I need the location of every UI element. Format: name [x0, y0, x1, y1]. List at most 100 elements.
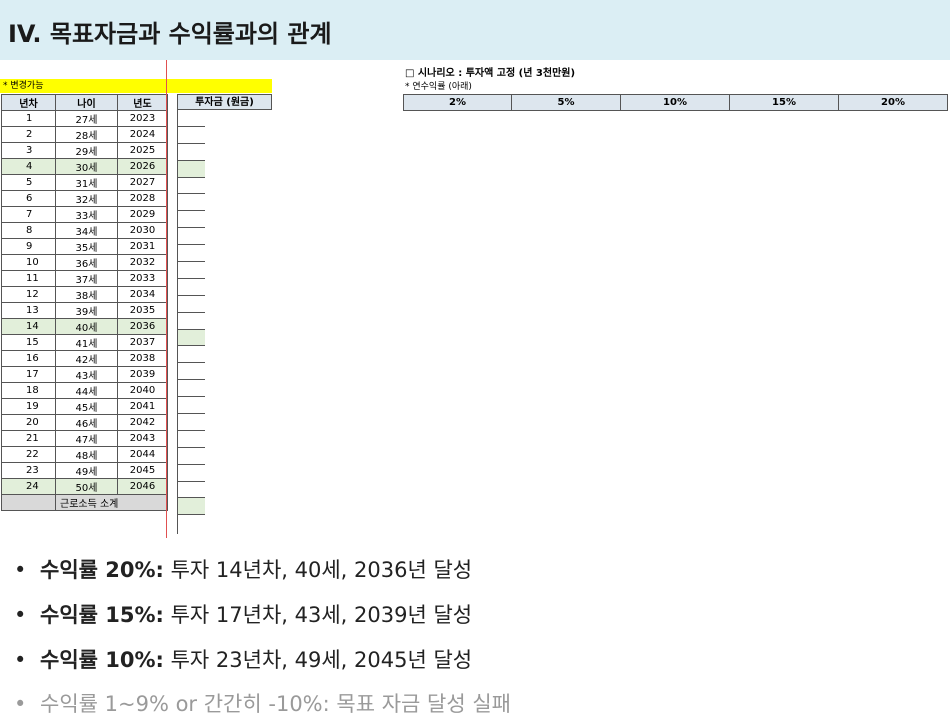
rate-header-cell: 2%: [403, 94, 512, 111]
cell-year-no: 14: [1, 318, 56, 335]
table-row: 9 35세 2031: [1, 238, 168, 255]
cell-year-no: 16: [1, 350, 56, 367]
table-row: 16 42세 2038: [1, 350, 168, 367]
cell-year: 2024: [117, 126, 168, 143]
bullet-dot-icon: •: [14, 648, 27, 672]
table-row: 15 41세 2037: [1, 334, 168, 351]
table-row: 24 50세 2046: [1, 478, 168, 495]
table-row: 13 39세 2035: [1, 302, 168, 319]
cell-year: 2045: [117, 462, 168, 479]
cell-year-no: 2: [1, 126, 56, 143]
cell-year: 2038: [117, 350, 168, 367]
investment-cell: [178, 465, 206, 482]
cell-age: 48세: [55, 446, 118, 463]
table-row: 17 43세 2039: [1, 366, 168, 383]
scenario-title: □ 시나리오 : 투자액 고정 (년 3천만원): [405, 68, 576, 79]
frozen-pane-divider: [166, 60, 167, 538]
title-bar: IV. 목표자금과 수익률과의 관계: [0, 0, 950, 60]
table-row: 12 38세 2034: [1, 286, 168, 303]
table-row: 2 28세 2024: [1, 126, 168, 143]
investment-cell: [178, 228, 206, 246]
cell-year: 2035: [117, 302, 168, 319]
table-row: 14 40세 2036: [1, 318, 168, 335]
cell-year-no: 18: [1, 382, 56, 399]
investment-cell: [178, 313, 206, 330]
cell-year-no: 7: [1, 206, 56, 223]
rate-header-cell: 10%: [620, 94, 730, 111]
investment-cell: [178, 431, 206, 448]
table-row: 8 34세 2030: [1, 222, 168, 239]
header-age: 나이: [55, 94, 118, 111]
cell-age: 45세: [55, 398, 118, 415]
bullet-item: • 수익률 15%: 투자 17년차, 43세, 2039년 달성: [14, 599, 472, 629]
rate-header-table: 2% 5% 10% 15% 20%: [403, 94, 948, 111]
cell-year-no: 6: [1, 190, 56, 207]
cell-year-no: 11: [1, 270, 56, 287]
cell-year-no: 3: [1, 142, 56, 159]
cell-year: 2029: [117, 206, 168, 223]
investment-cell: [178, 346, 206, 364]
cell-year-no: 24: [1, 478, 56, 495]
investment-cell: [178, 144, 206, 161]
cell-year: 2025: [117, 142, 168, 159]
table-row: 18 44세 2040: [1, 382, 168, 399]
cell-age: 49세: [55, 462, 118, 479]
investment-cell: [178, 380, 206, 398]
cell-age: 47세: [55, 430, 118, 447]
cell-year: 2033: [117, 270, 168, 287]
cell-age: 29세: [55, 142, 118, 159]
cell-year-no: 12: [1, 286, 56, 303]
cell-year: 2028: [117, 190, 168, 207]
table-row: 19 45세 2041: [1, 398, 168, 415]
cell-age: 41세: [55, 334, 118, 351]
investment-cell: [178, 448, 206, 465]
bullet-item: • 수익률 20%: 투자 14년차, 40세, 2036년 달성: [14, 554, 472, 584]
cell-year-no: 9: [1, 238, 56, 255]
cell-year-no: 1: [1, 110, 56, 127]
investment-cell: [178, 498, 206, 516]
investment-cell: [178, 414, 206, 431]
cell-year: 2034: [117, 286, 168, 303]
bullet-bold: 수익률 10%:: [40, 648, 164, 672]
cell-age: 31세: [55, 174, 118, 191]
cell-year: 2023: [117, 110, 168, 127]
cell-year-no: 8: [1, 222, 56, 239]
blank-area: [205, 114, 950, 540]
table-row: 20 46세 2042: [1, 414, 168, 431]
page-title: IV. 목표자금과 수익률과의 관계: [8, 20, 332, 48]
cell-year-no: 20: [1, 414, 56, 431]
age-year-table-body: 1 27세 2023 2 28세 2024 3 29세 2025 4 30세 2026 5 31세 2027…: [1, 110, 168, 511]
table-row: 10 36세 2032: [1, 254, 168, 271]
cell-age: 37세: [55, 270, 118, 287]
cell-year: 2039: [117, 366, 168, 383]
cell-age: 38세: [55, 286, 118, 303]
header-investment: 투자금 (원금): [177, 94, 272, 110]
rate-note: * 연수익률 (아래): [405, 82, 472, 92]
cell-year-no: 15: [1, 334, 56, 351]
investment-cell: [178, 296, 206, 313]
cell-age: 33세: [55, 206, 118, 223]
bullet-item: • 수익률 10%: 투자 23년차, 49세, 2045년 달성: [14, 644, 472, 674]
cell-year-no: 10: [1, 254, 56, 271]
bullet-text: 투자 17년차, 43세, 2039년 달성: [163, 603, 473, 627]
editable-note: * 변경가능: [0, 79, 272, 93]
cell-age: 34세: [55, 222, 118, 239]
cell-year: 2040: [117, 382, 168, 399]
cell-year: 2043: [117, 430, 168, 447]
cell-age: 27세: [55, 110, 118, 127]
cell-year: 2046: [117, 478, 168, 495]
cell-age: 32세: [55, 190, 118, 207]
cell-year-no: 13: [1, 302, 56, 319]
investment-cell: [178, 279, 206, 296]
cell-age: 39세: [55, 302, 118, 319]
cell-year-no: 19: [1, 398, 56, 415]
cell-year: 2041: [117, 398, 168, 415]
cell-year: 2037: [117, 334, 168, 351]
investment-cell: [178, 127, 206, 144]
cell-year-no: 22: [1, 446, 56, 463]
cell-age: 50세: [55, 478, 118, 495]
bullet-dot-icon: •: [14, 558, 27, 582]
investment-column: [177, 110, 206, 534]
bullet-dot-icon: •: [14, 603, 27, 627]
total-spacer: [1, 494, 56, 511]
